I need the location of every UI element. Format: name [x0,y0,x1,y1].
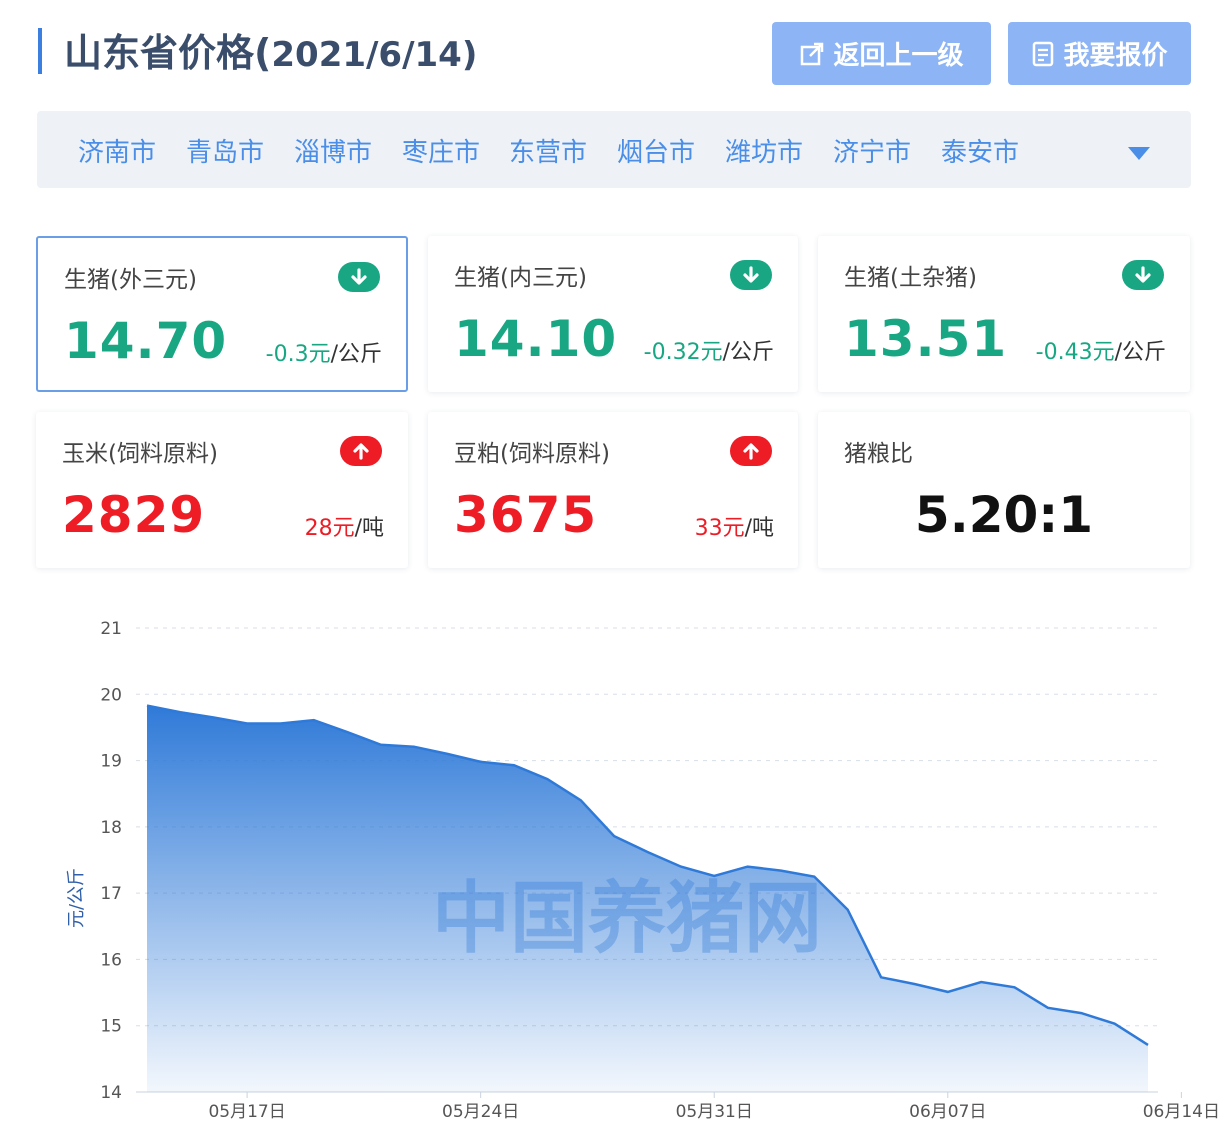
card-change-unit: /吨 [354,516,384,541]
city-link[interactable]: 济宁市 [833,111,911,188]
card-value: 3675 [454,486,598,544]
title-accent-bar [38,28,42,74]
page-title: 山东省价格(2021/6/14) [64,26,477,80]
card-change-unit: /公斤 [722,340,774,365]
city-link[interactable]: 东营市 [509,111,587,188]
card-change-unit: /公斤 [330,342,382,367]
city-link[interactable]: 青岛市 [186,111,264,188]
city-link[interactable]: 枣庄市 [402,111,480,188]
price-card-corn[interactable]: 玉米(饲料原料) 2829 28元/吨 [36,412,408,568]
y-tick-label: 14 [100,1083,122,1103]
city-nav: 济南市 青岛市 淄博市 枣庄市 东营市 烟台市 潍坊市 济宁市 泰安市 [37,111,1191,188]
card-label: 生猪(土杂猪) [844,265,977,291]
price-trend-chart: 14 15 16 17 18 19 20 21 05月17日 05月24日 05月31日 06月07日… [66,619,1220,1122]
y-tick-label: 20 [100,685,122,705]
card-value: 14.70 [64,312,228,370]
y-tick-label: 15 [100,1017,122,1037]
card-change-amount: -0.32元 [643,340,723,365]
y-tick-label: 19 [100,752,122,772]
page-title-text: 山东省价格( [64,31,272,75]
x-tick-label: 05月31日 [676,1102,753,1122]
price-card-soybean-meal[interactable]: 豆粕(饲料原料) 3675 33元/吨 [428,412,798,568]
x-tick-label: 05月17日 [208,1102,285,1122]
card-change-amount: 33元 [694,516,745,541]
back-button[interactable]: 返回上一级 [772,22,991,85]
x-tick-label: 06月07日 [909,1102,986,1122]
card-change: -0.32元/公斤 [644,334,774,366]
x-tick-label: 06月14日 [1143,1102,1220,1122]
card-change: -0.43元/公斤 [1036,334,1166,366]
y-axis-title: 元/公斤 [66,868,87,928]
city-link[interactable]: 济南市 [78,111,156,188]
price-card-hog-mixed[interactable]: 生猪(土杂猪) 13.51 -0.43元/公斤 [818,236,1190,392]
price-card-hog-external[interactable]: 生猪(外三元) 14.70 -0.3元/公斤 [36,236,408,392]
arrow-down-icon [730,260,772,290]
y-tick-label: 21 [100,619,122,639]
watermark-text: 中国养猪网 [432,874,822,964]
arrow-down-icon [338,262,380,292]
page-title-close-paren: ) [461,35,478,75]
card-value: 13.51 [844,310,1008,368]
card-label: 生猪(外三元) [64,267,197,293]
card-change-amount: 28元 [304,516,355,541]
city-link[interactable]: 潍坊市 [725,111,803,188]
card-label: 生猪(内三元) [454,265,587,291]
quote-button-label: 我要报价 [1063,41,1168,71]
card-change-amount: -0.43元 [1035,340,1115,365]
card-change: 33元/吨 [695,510,774,542]
card-label: 豆粕(饲料原料) [454,441,610,467]
card-value: 5.20:1 [914,486,1094,544]
document-icon [1033,41,1054,66]
arrow-down-icon [1122,260,1164,290]
y-tick-label: 17 [100,884,122,904]
share-icon [801,42,824,65]
arrow-up-icon [340,436,382,466]
y-tick-label: 18 [100,818,122,838]
expand-cities-icon[interactable] [1128,147,1150,160]
card-change: 28元/吨 [305,510,384,542]
price-card-hog-internal[interactable]: 生猪(内三元) 14.10 -0.32元/公斤 [428,236,798,392]
card-label: 猪粮比 [844,441,913,467]
ratio-card-hog-grain: 猪粮比 5.20:1 [818,412,1190,568]
card-value: 14.10 [454,310,618,368]
city-link[interactable]: 淄博市 [294,111,372,188]
city-link[interactable]: 烟台市 [617,111,695,188]
arrow-up-icon [730,436,772,466]
y-tick-label: 16 [100,950,122,970]
card-change-unit: /公斤 [1114,340,1166,365]
card-change-amount: -0.3元 [265,342,331,367]
page-title-date: 2021/6/14 [271,35,462,75]
quote-button[interactable]: 我要报价 [1008,22,1191,85]
card-value: 2829 [62,486,206,544]
x-tick-label: 05月24日 [442,1102,519,1122]
card-change-unit: /吨 [744,516,774,541]
back-button-label: 返回上一级 [833,41,964,71]
card-change: -0.3元/公斤 [266,336,382,368]
city-link[interactable]: 泰安市 [941,111,1019,188]
card-label: 玉米(饲料原料) [62,441,218,467]
